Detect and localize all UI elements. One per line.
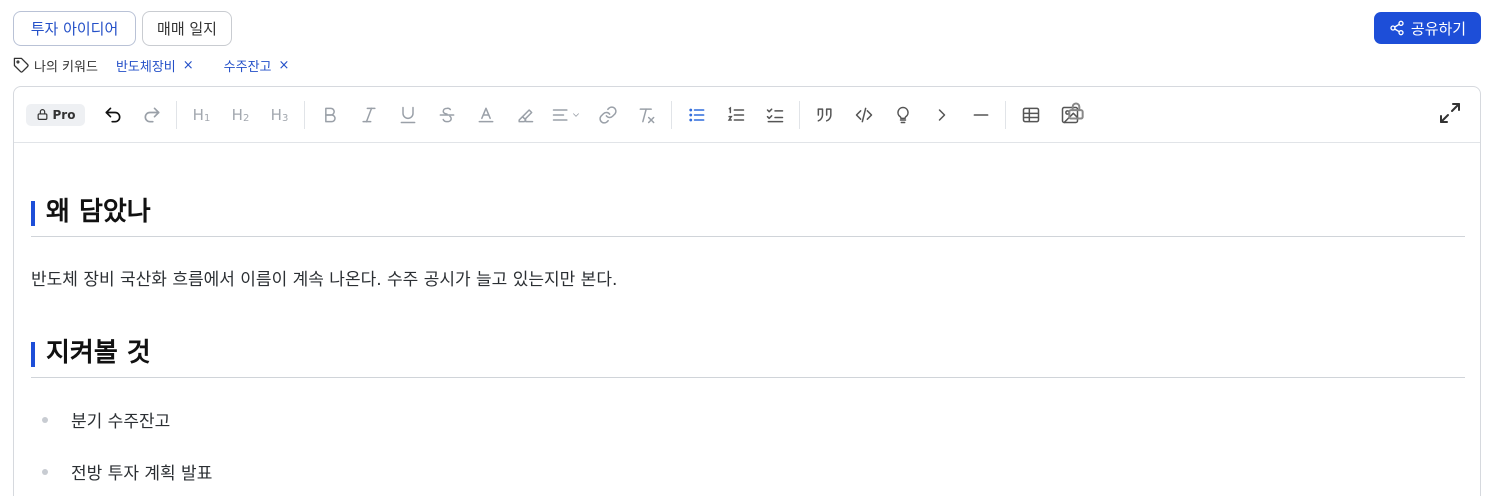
toolbar-divider [176,100,177,129]
heading-accent-bar [31,342,35,367]
task-list-icon [766,107,783,122]
strikethrough-button[interactable] [427,98,466,132]
table-icon [1022,107,1039,122]
underline-button[interactable] [388,98,427,132]
toggle-block-button[interactable] [922,98,961,132]
bold-button[interactable] [310,98,349,132]
tab-investment-idea[interactable]: 투자 아이디어 [13,11,136,46]
tab-trade-journal[interactable]: 매매 일지 [142,11,232,46]
toolbar-divider [799,100,800,129]
undo-icon [105,107,120,122]
bullet-dot [42,416,48,423]
redo-button[interactable] [132,98,171,132]
toolbar-divider [1005,100,1006,129]
heading-2-button[interactable]: H2 [221,98,260,132]
callout-button[interactable] [883,98,922,132]
pro-badge[interactable]: Pro [26,103,85,126]
lock-icon [1068,102,1084,119]
align-dropdown-button[interactable] [544,98,588,132]
heading-accent-bar [31,201,35,226]
bullet-list-button[interactable] [677,98,716,132]
rich-text-editor: Pro H1 H2 H3 왜 담았나 반도체 장비 국산화 흐름에서 이름이 계… [13,86,1481,496]
heading-3-icon: H3 [270,105,289,124]
lock-icon [37,109,47,120]
text-color-button[interactable] [466,98,505,132]
italic-button[interactable] [349,98,388,132]
undo-button[interactable] [93,98,132,132]
paragraph: 반도체 장비 국산화 흐름에서 이름이 계속 나온다. 수주 공시가 늘고 있는… [31,270,618,290]
keywords-label: 나의 키워드 [34,59,98,75]
heading-1-button[interactable]: H1 [182,98,221,132]
italic-icon [361,107,376,122]
keyword-chip[interactable]: 수주잔고 × [224,56,290,75]
list-item: 전방 투자 계획 발표 [31,459,212,484]
keyword-chip-label: 반도체장비 [115,59,176,75]
ordered-list-icon [727,106,744,121]
quote-icon [817,107,832,122]
task-list-button[interactable] [755,98,794,132]
horizontal-rule-button[interactable] [961,98,1000,132]
toolbar-divider [304,100,305,129]
keyword-row: 나의 키워드 반도체장비 × 수주잔고 × [13,55,319,75]
link-button[interactable] [588,98,627,132]
chevron-down-icon [573,112,579,117]
tag-icon [13,57,29,73]
share-button[interactable]: 공유하기 [1374,12,1481,44]
editor-toolbar: Pro H1 H2 H3 [14,87,1480,143]
pro-label: Pro [52,107,76,122]
lightbulb-icon [896,106,909,123]
bullet-list-icon [688,108,704,121]
clear-format-icon [639,107,654,123]
table-button[interactable] [1011,98,1050,132]
highlighter-icon [517,108,533,122]
section-heading: 왜 담았나 [31,197,1465,237]
keyword-chip[interactable]: 반도체장비 × [116,56,194,75]
list-item: 분기 수주잔고 [31,407,170,432]
list-item-text: 분기 수주잔고 [71,412,171,432]
keyword-chip-label: 수주잔고 [223,59,272,75]
heading-1-icon: H1 [192,105,211,124]
fullscreen-icon[interactable] [1438,101,1462,125]
ordered-list-button[interactable] [716,98,755,132]
share-label: 공유하기 [1410,19,1467,38]
code-block-button[interactable] [844,98,883,132]
image-button[interactable] [1050,98,1089,132]
chevron-right-icon [938,108,945,121]
align-left-icon [552,108,568,121]
toolbar-divider [671,100,672,129]
section-heading: 지켜볼 것 [31,338,1465,378]
blockquote-button[interactable] [805,98,844,132]
code-icon [855,107,872,122]
bullet-dot [42,468,48,475]
redo-icon [144,107,159,122]
text-color-icon [478,107,493,122]
horizontal-rule-icon [973,113,988,116]
heading-3-button[interactable]: H3 [260,98,299,132]
link-icon [598,105,617,124]
clear-format-button[interactable] [627,98,666,132]
underline-icon [400,106,415,123]
highlight-button[interactable] [505,98,544,132]
share-icon [1390,20,1404,36]
remove-keyword-icon[interactable]: × [183,58,194,73]
heading-text: 지켜볼 것 [46,338,151,368]
bold-icon [324,107,336,122]
list-item-text: 전방 투자 계획 발표 [71,464,213,484]
heading-2-icon: H2 [231,105,250,124]
remove-keyword-icon[interactable]: × [279,58,290,73]
strikethrough-icon [439,107,454,122]
heading-text: 왜 담았나 [46,197,151,227]
